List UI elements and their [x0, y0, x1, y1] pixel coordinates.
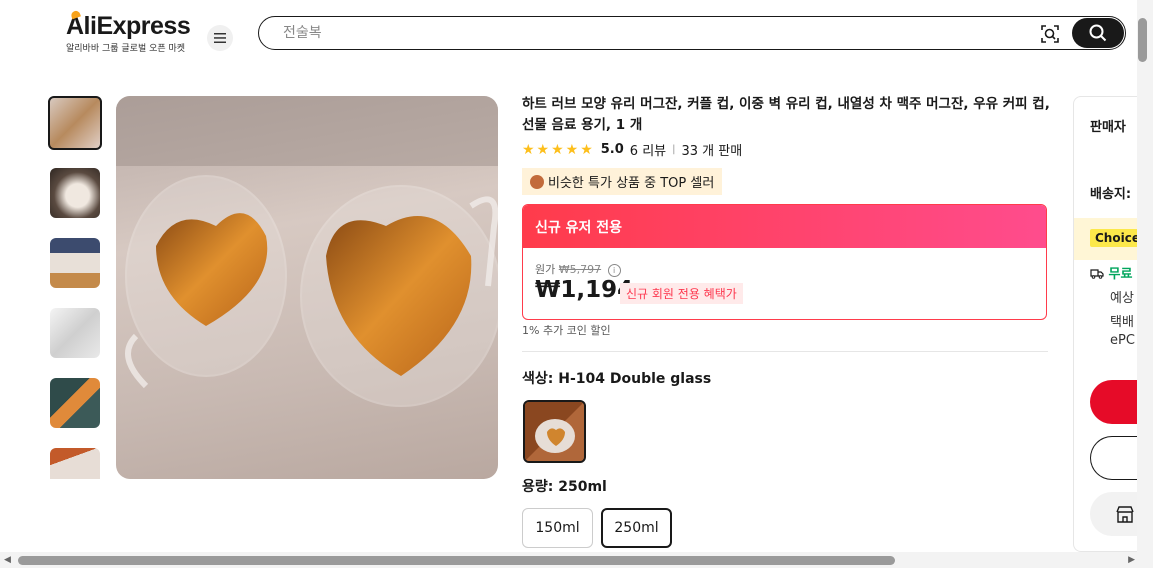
original-label: 원가 — [535, 263, 556, 276]
aliexpress-logo[interactable]: AliExpress — [66, 12, 191, 41]
product-title: 하트 러브 모양 유리 머그잔, 커플 컵, 이중 벽 유리 컵, 내열성 차 … — [522, 96, 1050, 133]
size-option-250ml[interactable]: 250ml — [601, 508, 672, 548]
hamburger-icon — [214, 33, 226, 43]
thumbnail-4[interactable] — [50, 308, 100, 358]
top-seller-badge[interactable]: 비슷한 특가 상품 중 TOP 셀러 — [522, 168, 723, 195]
star-rating-icon: ★★★★★ — [522, 141, 595, 158]
logo-subtitle: 알리바바 그룹 글로벌 오픈 마켓 — [66, 44, 186, 54]
review-count[interactable]: 6 리뷰 — [630, 140, 666, 159]
info-icon[interactable]: i — [607, 263, 621, 277]
search-button[interactable] — [1072, 18, 1124, 48]
thumbnail-5[interactable] — [50, 378, 100, 428]
original-price: 원가 ₩5,797 i — [535, 261, 621, 277]
medal-icon — [530, 174, 544, 189]
price-header: 신규 유저 전용 — [523, 205, 1046, 248]
thumbnail-1[interactable] — [48, 96, 102, 150]
color-label: 색상: H-104 Double glass — [522, 371, 712, 387]
search-bar — [258, 16, 1126, 50]
thumbnail-3[interactable] — [50, 238, 100, 288]
glass-mugs-illustration — [116, 96, 498, 407]
delivery-estimate: 예상 — [1110, 291, 1134, 306]
vertical-scrollbar[interactable] — [1137, 0, 1153, 552]
coin-discount: 1% 추가 코인 할인 — [522, 324, 611, 337]
scroll-left-arrow-icon[interactable]: ◀ — [4, 555, 11, 565]
separator: | — [672, 144, 676, 155]
price-card: 신규 유저 전용 원가 ₩5,797 i ₩1,194 신규 회원 전용 혜택가 — [522, 204, 1047, 320]
courier-info: 택배 — [1110, 315, 1134, 330]
epc-info: ePC — [1110, 333, 1135, 348]
seller-label: 판매자 — [1090, 120, 1126, 135]
scroll-right-arrow-icon[interactable]: ▶ — [1128, 555, 1135, 565]
ship-to-label[interactable]: 배송지: — [1090, 183, 1131, 202]
horizontal-scroll-thumb[interactable] — [18, 556, 895, 565]
size-option-150ml[interactable]: 150ml — [522, 508, 593, 548]
vertical-scroll-thumb[interactable] — [1138, 18, 1147, 62]
price-benefit-tag: 신규 회원 전용 혜택가 — [620, 283, 743, 304]
rating-row[interactable]: ★★★★★ 5.0 6 리뷰 | 33 개 판매 — [522, 140, 743, 160]
search-icon — [1089, 24, 1107, 42]
top-seller-label: 비슷한 특가 상품 중 TOP 셀러 — [548, 176, 715, 191]
rating-value: 5.0 — [600, 142, 624, 157]
thumbnail-2[interactable] — [50, 168, 100, 218]
free-label: 무료 — [1108, 267, 1133, 282]
divider — [522, 351, 1048, 352]
original-price-value: ₩5,797 — [558, 263, 602, 276]
main-product-image[interactable] — [116, 96, 498, 479]
sale-price: ₩1,194 — [535, 277, 634, 303]
image-search-icon[interactable] — [1039, 23, 1061, 45]
store-icon — [1116, 505, 1134, 523]
sold-count: 33 개 판매 — [681, 144, 743, 159]
thumbnail-6[interactable] — [50, 448, 100, 479]
search-input[interactable] — [281, 24, 1025, 42]
swatch-image — [525, 402, 584, 461]
free-shipping: 무료 — [1090, 263, 1132, 282]
color-swatch-h104[interactable] — [523, 400, 586, 463]
size-label: 용량: 250ml — [522, 479, 607, 495]
menu-button[interactable] — [207, 25, 233, 51]
truck-icon — [1090, 269, 1104, 279]
